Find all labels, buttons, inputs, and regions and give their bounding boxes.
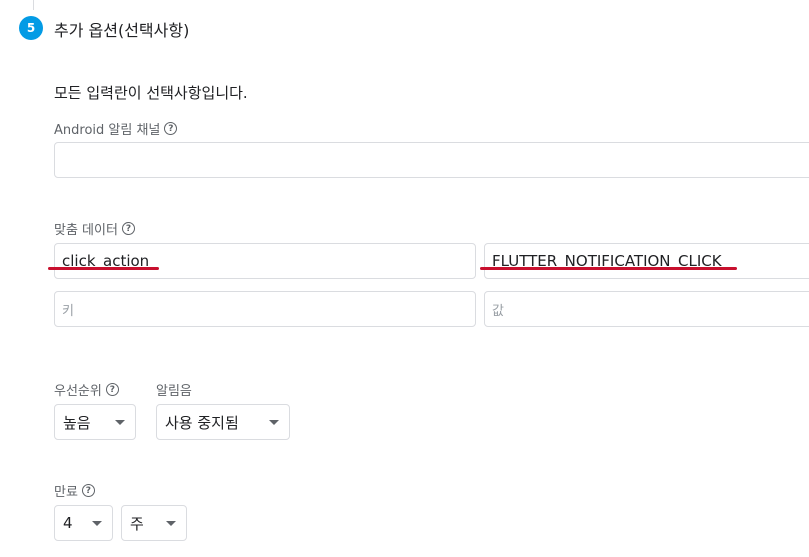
priority-label: 우선순위 ? — [54, 380, 119, 399]
custom-data-label-text: 맞춤 데이터 — [54, 223, 118, 238]
custom-data-key-input-empty[interactable]: 키 — [54, 291, 476, 327]
chevron-down-icon — [269, 420, 279, 425]
expiry-amount-select[interactable]: 4 — [54, 505, 113, 541]
priority-select[interactable]: 높음 — [54, 404, 136, 440]
chevron-down-icon — [115, 420, 125, 425]
sound-label-text: 알림음 — [156, 384, 192, 399]
expiry-unit-select[interactable]: 주 — [121, 505, 187, 541]
chevron-down-icon — [92, 521, 102, 526]
step-title: 추가 옵션(선택사항) — [54, 21, 190, 40]
sound-label: 알림음 — [156, 380, 192, 399]
custom-data-value-input-empty[interactable]: 값 — [484, 291, 809, 327]
android-channel-label: Android 알림 채널 ? — [54, 119, 178, 138]
custom-data-value-input[interactable]: FLUTTER_NOTIFICATION_CLICK — [484, 243, 809, 279]
value-placeholder: 값 — [492, 304, 504, 319]
help-icon[interactable]: ? — [121, 222, 135, 235]
custom-data-label: 맞춤 데이터 ? — [54, 219, 135, 238]
key-placeholder: 키 — [62, 304, 74, 319]
red-annotation-underline — [48, 267, 159, 270]
expiry-amount-selected: 4 — [63, 514, 73, 532]
expiry-unit-selected: 주 — [130, 514, 144, 533]
step-number-badge: 5 — [19, 16, 43, 40]
sound-select[interactable]: 사용 중지됨 — [156, 404, 290, 440]
priority-label-text: 우선순위 — [54, 384, 102, 399]
help-icon[interactable]: ? — [81, 484, 95, 497]
expiry-label: 만료 ? — [54, 481, 95, 500]
custom-data-key-input[interactable]: click_action — [54, 243, 476, 279]
android-channel-input[interactable] — [54, 142, 809, 178]
stepper-line — [33, 0, 34, 10]
priority-selected: 높음 — [63, 413, 91, 432]
sound-selected: 사용 중지됨 — [165, 413, 239, 432]
red-annotation-underline — [480, 267, 737, 270]
intro-text: 모든 입력란이 선택사항입니다. — [54, 84, 248, 102]
help-icon[interactable]: ? — [105, 383, 119, 396]
expiry-label-text: 만료 — [54, 485, 78, 500]
help-icon[interactable]: ? — [164, 122, 178, 135]
chevron-down-icon — [166, 521, 176, 526]
android-channel-label-text: Android 알림 채널 — [54, 123, 161, 138]
